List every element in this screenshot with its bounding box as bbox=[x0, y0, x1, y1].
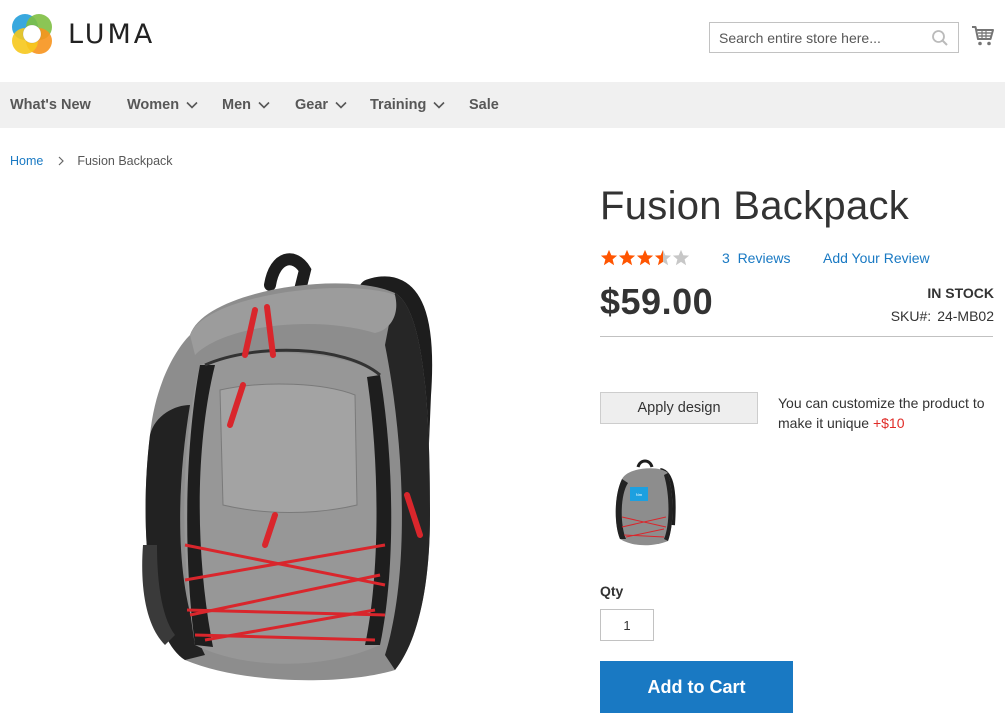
chevron-down-icon bbox=[186, 101, 198, 109]
chevron-down-icon bbox=[433, 101, 445, 109]
nav-item-label: Sale bbox=[469, 97, 499, 113]
nav-item-gear[interactable]: Gear bbox=[295, 82, 347, 128]
star-empty-icon bbox=[672, 249, 690, 266]
qty-input[interactable] bbox=[600, 609, 654, 641]
chevron-right-icon bbox=[58, 156, 65, 166]
breadcrumb: Home Fusion Backpack bbox=[10, 154, 173, 168]
chevron-down-icon bbox=[335, 101, 347, 109]
rating-stars bbox=[600, 249, 690, 267]
breadcrumb-home-link[interactable]: Home bbox=[10, 154, 43, 168]
product-main-image[interactable] bbox=[95, 215, 505, 685]
nav-item-label: Training bbox=[370, 97, 427, 113]
nav-item-men[interactable]: Men bbox=[222, 82, 270, 128]
add-to-cart-button[interactable]: Add to Cart bbox=[600, 661, 793, 713]
search-input[interactable] bbox=[710, 23, 920, 52]
main-navigation: What's New Women Men Gear Training Sale bbox=[0, 82, 1005, 128]
star-full-icon bbox=[636, 249, 654, 266]
qty-label: Qty bbox=[600, 583, 624, 599]
design-preview-thumbnail[interactable]: Nm bbox=[608, 455, 684, 549]
nav-item-sale[interactable]: Sale bbox=[469, 82, 499, 128]
star-full-icon bbox=[618, 249, 636, 266]
search-icon[interactable] bbox=[931, 29, 949, 47]
product-sku: SKU#: 24-MB02 bbox=[891, 308, 994, 324]
nav-item-label: What's New bbox=[10, 97, 91, 113]
sku-label: SKU#: bbox=[890, 308, 932, 324]
nav-item-whats-new[interactable]: What's New bbox=[10, 82, 91, 128]
customize-note: You can customize the product to make it… bbox=[778, 393, 998, 433]
apply-design-button[interactable]: Apply design bbox=[600, 392, 758, 424]
divider bbox=[600, 336, 993, 337]
product-price: $59.00 bbox=[600, 281, 714, 322]
nav-item-training[interactable]: Training bbox=[370, 82, 445, 128]
nav-item-women[interactable]: Women bbox=[127, 82, 198, 128]
breadcrumb-current: Fusion Backpack bbox=[77, 154, 173, 168]
store-logo[interactable]: LUMA bbox=[10, 12, 155, 56]
sku-value: 24-MB02 bbox=[937, 308, 994, 324]
nav-item-label: Men bbox=[222, 97, 251, 113]
cart-icon[interactable] bbox=[971, 24, 995, 48]
add-review-link[interactable]: Add Your Review bbox=[823, 250, 930, 266]
chevron-down-icon bbox=[258, 101, 270, 109]
logo-text: LUMA bbox=[68, 18, 156, 50]
star-full-icon bbox=[600, 249, 618, 266]
product-title: Fusion Backpack bbox=[600, 184, 910, 228]
nav-item-label: Gear bbox=[295, 97, 329, 113]
customize-price: +$10 bbox=[872, 415, 905, 431]
header: LUMA bbox=[0, 0, 1005, 82]
nav-item-label: Women bbox=[127, 97, 180, 113]
stock-status: IN STOCK bbox=[927, 285, 994, 301]
reviews-link[interactable]: 3 Reviews bbox=[722, 250, 790, 266]
svg-text:Nm: Nm bbox=[636, 492, 643, 497]
search-box bbox=[709, 22, 959, 53]
star-half-icon bbox=[654, 249, 672, 266]
luma-logo-icon bbox=[12, 14, 52, 54]
